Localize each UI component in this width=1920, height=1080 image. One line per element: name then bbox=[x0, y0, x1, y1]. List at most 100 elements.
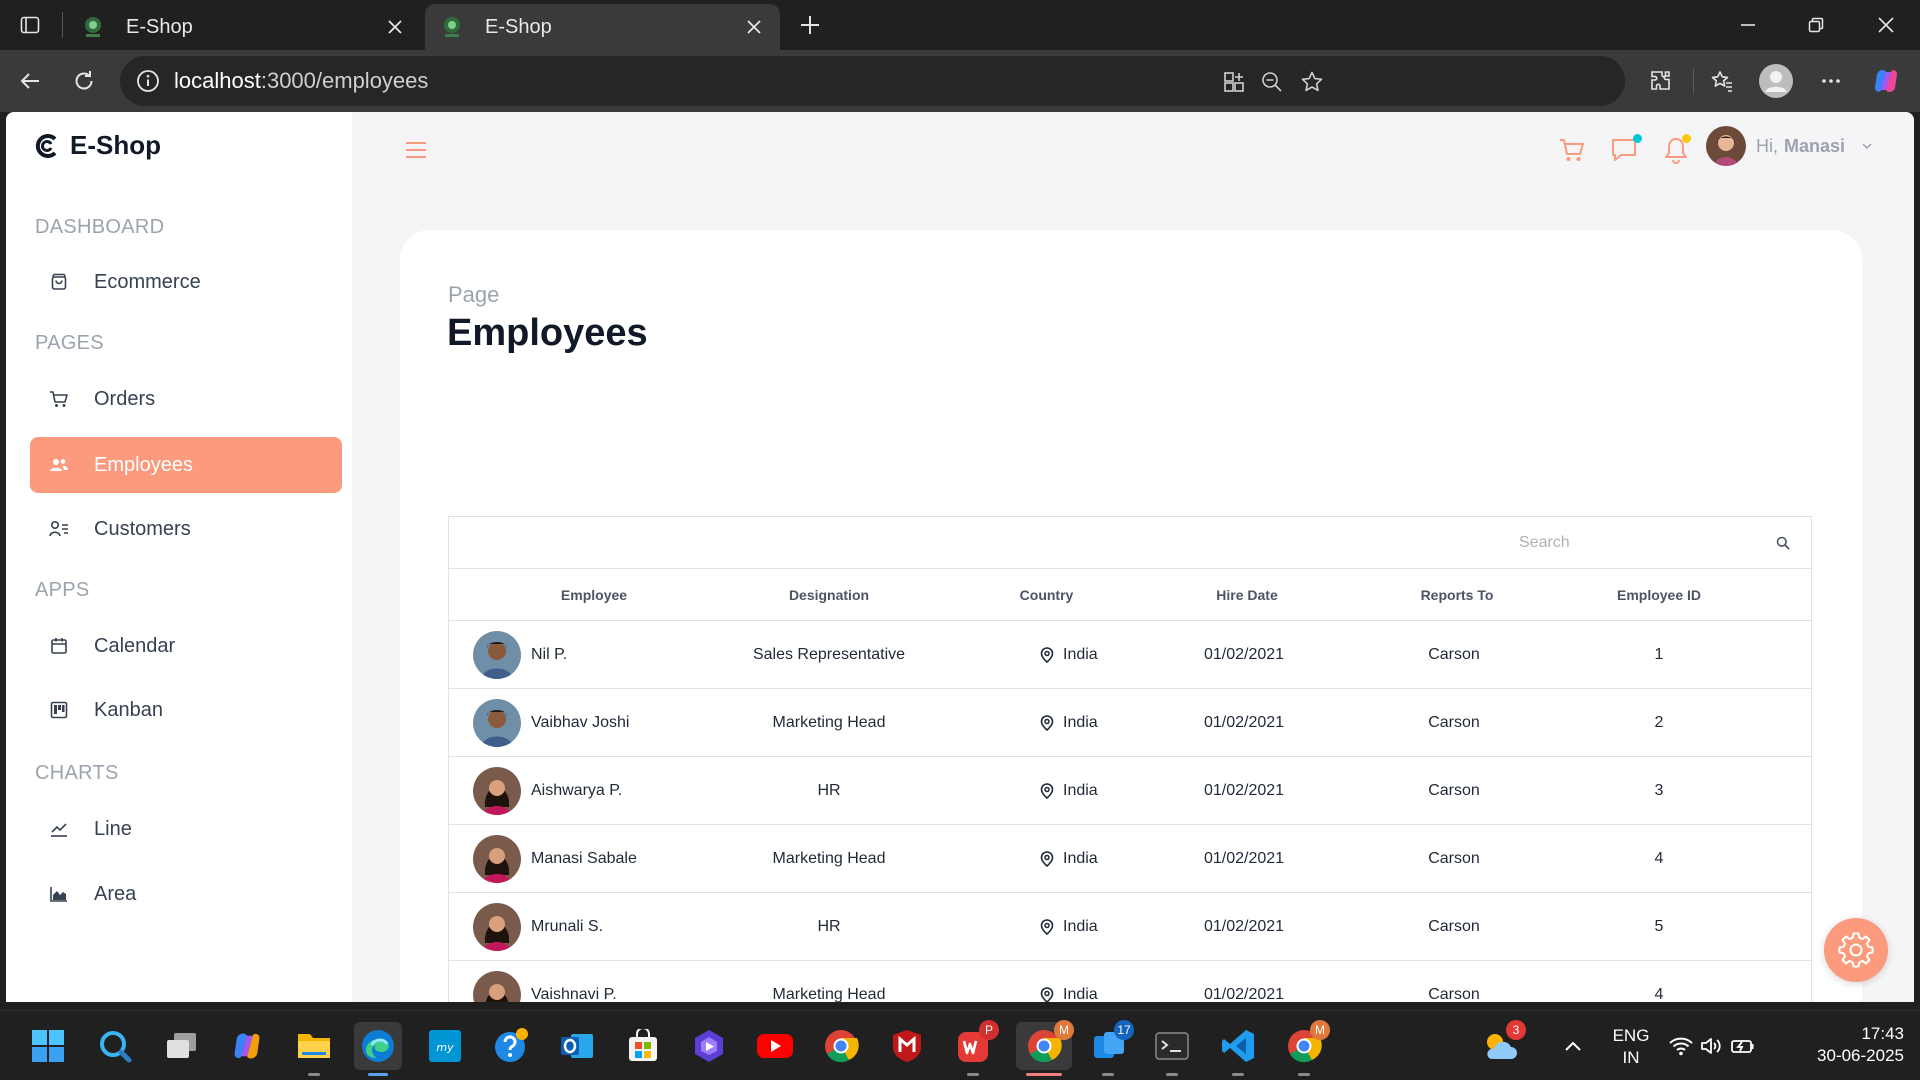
taskbar-teams[interactable]: 17 bbox=[1084, 1020, 1134, 1076]
table-row[interactable]: Vaibhav Joshi Marketing Head India 01/02/20… bbox=[449, 689, 1811, 757]
back-button[interactable] bbox=[12, 64, 48, 98]
extensions-button[interactable] bbox=[1643, 64, 1679, 98]
employee-avatar bbox=[473, 970, 521, 1002]
restore-button[interactable] bbox=[1796, 8, 1836, 42]
taskbar-outlook[interactable] bbox=[553, 1022, 601, 1070]
taskbar-edge[interactable] bbox=[354, 1022, 402, 1076]
browser-tab-1[interactable]: E-Shop bbox=[66, 4, 421, 50]
tab-close-button[interactable] bbox=[383, 15, 407, 39]
site-info-icon[interactable] bbox=[136, 69, 160, 93]
weather-widget[interactable]: 3 bbox=[1476, 1020, 1526, 1070]
cart-button[interactable] bbox=[1554, 132, 1590, 168]
minimize-button[interactable] bbox=[1728, 8, 1768, 42]
column-header-hire-date[interactable]: Hire Date bbox=[1144, 587, 1344, 603]
chevron-down-icon bbox=[1862, 143, 1872, 150]
sidebar-item-customers[interactable]: Customers bbox=[30, 501, 342, 557]
copilot-button[interactable] bbox=[1868, 64, 1904, 98]
table-row[interactable]: Vaishnavi P. Marketing Head India 01/02/202… bbox=[449, 961, 1811, 1002]
table-row[interactable]: Manasi Sabale Marketing Head India 01/02/20… bbox=[449, 825, 1811, 893]
sidebar-item-employees[interactable]: Employees bbox=[30, 437, 342, 493]
language-indicator[interactable]: ENG IN bbox=[1606, 1025, 1656, 1069]
settings-button[interactable] bbox=[1824, 918, 1888, 982]
favorite-star-icon[interactable] bbox=[1298, 68, 1326, 96]
menu-toggle-button[interactable] bbox=[398, 132, 434, 168]
profile-button[interactable] bbox=[1757, 62, 1795, 100]
reload-button[interactable] bbox=[66, 64, 102, 98]
taskbar-copilot[interactable] bbox=[223, 1022, 271, 1070]
user-profile-menu[interactable]: Hi, Manasi bbox=[1706, 124, 1873, 168]
taskbar-tips[interactable] bbox=[487, 1022, 535, 1070]
sidebar-item-kanban[interactable]: Kanban bbox=[30, 682, 342, 738]
taskbar-terminal[interactable] bbox=[1148, 1022, 1196, 1076]
line-chart-icon bbox=[48, 818, 70, 840]
tab-title: E-Shop bbox=[485, 15, 552, 38]
table-row[interactable]: Mrunali S. HR India 01/02/2021 Carson 5 bbox=[449, 893, 1811, 961]
employee-name: Vaishnavi P. bbox=[531, 985, 617, 1003]
sidebar-item-area[interactable]: Area bbox=[30, 866, 342, 922]
location-pin-icon bbox=[1039, 986, 1055, 1002]
gear-icon bbox=[1838, 932, 1874, 968]
close-icon bbox=[388, 20, 402, 34]
address-bar[interactable]: localhost:3000/employees bbox=[120, 56, 1625, 106]
task-view-button[interactable] bbox=[157, 1022, 205, 1070]
column-header-employee-id[interactable]: Employee ID bbox=[1564, 587, 1754, 603]
cell-reports-to: Carson bbox=[1428, 917, 1480, 935]
cell-employee: Vaibhav Joshi bbox=[449, 698, 679, 747]
notification-button[interactable] bbox=[1658, 132, 1694, 168]
search-input[interactable] bbox=[1519, 534, 1759, 552]
sidebar-item-line[interactable]: Line bbox=[30, 801, 342, 857]
taskbar-clipchamp[interactable] bbox=[685, 1022, 733, 1070]
taskbar-myhp[interactable]: my bbox=[421, 1022, 469, 1070]
cell-employee-id: 4 bbox=[1654, 849, 1664, 867]
favorites-button[interactable] bbox=[1704, 64, 1740, 98]
cell-reports-to: Carson bbox=[1428, 645, 1480, 663]
taskbar-wps[interactable]: P bbox=[949, 1020, 999, 1076]
cell-designation: Sales Representative bbox=[752, 645, 906, 663]
app-available-icon[interactable] bbox=[1220, 68, 1248, 96]
sidebar-item-label: Ecommerce bbox=[94, 270, 201, 293]
back-arrow-icon bbox=[20, 73, 39, 89]
column-header-country[interactable]: Country bbox=[979, 587, 1144, 603]
taskbar-file-explorer[interactable] bbox=[290, 1022, 338, 1076]
taskbar-mcafee[interactable] bbox=[883, 1022, 931, 1070]
running-indicator bbox=[1232, 1073, 1244, 1076]
cell-employee-id: 1 bbox=[1654, 645, 1664, 663]
search-icon[interactable] bbox=[1773, 533, 1793, 553]
windows-start-icon bbox=[32, 1030, 64, 1062]
new-tab-button[interactable] bbox=[793, 8, 827, 42]
taskbar-search[interactable] bbox=[91, 1022, 139, 1070]
column-header-designation[interactable]: Designation bbox=[679, 587, 979, 603]
sidebar-item-calendar[interactable]: Calendar bbox=[30, 618, 342, 674]
country-name: India bbox=[1063, 849, 1098, 867]
taskbar-chrome-2[interactable]: M bbox=[1280, 1020, 1330, 1076]
cell-designation: Marketing Head bbox=[772, 849, 886, 867]
table-row[interactable]: Nil P. Sales Representative India 01/02/202… bbox=[449, 621, 1811, 689]
tab-actions-button[interactable] bbox=[14, 10, 46, 40]
browser-tab-2[interactable]: E-Shop bbox=[425, 4, 780, 50]
zoom-out-icon[interactable] bbox=[1258, 68, 1286, 96]
location-pin-icon bbox=[1039, 850, 1055, 867]
taskbar-youtube[interactable] bbox=[751, 1022, 799, 1070]
brand-logo[interactable]: E-Shop bbox=[34, 130, 161, 161]
chat-button[interactable] bbox=[1606, 132, 1642, 168]
more-options-button[interactable] bbox=[1813, 64, 1849, 98]
wifi-icon bbox=[1669, 1037, 1693, 1056]
sidebar-item-ecommerce[interactable]: Ecommerce bbox=[30, 254, 342, 310]
clock[interactable]: 17:43 30-06-2025 bbox=[1782, 1023, 1904, 1067]
taskbar-chrome[interactable] bbox=[817, 1022, 865, 1070]
chevron-up-icon bbox=[1565, 1041, 1581, 1051]
close-window-button[interactable] bbox=[1866, 8, 1906, 42]
section-dashboard: DASHBOARD bbox=[35, 216, 165, 238]
taskbar-ms-store[interactable] bbox=[619, 1022, 667, 1070]
calendar-icon bbox=[48, 635, 70, 657]
taskbar-vscode[interactable] bbox=[1214, 1022, 1262, 1076]
taskbar-chrome-profile[interactable]: M bbox=[1016, 1020, 1074, 1076]
column-header-employee[interactable]: Employee bbox=[449, 587, 679, 603]
table-row[interactable]: Aishwarya P. HR India 01/02/2021 Carson 3 bbox=[449, 757, 1811, 825]
start-button[interactable] bbox=[24, 1022, 72, 1070]
show-hidden-icons-button[interactable] bbox=[1553, 1022, 1593, 1070]
column-header-reports-to[interactable]: Reports To bbox=[1344, 587, 1564, 603]
quick-settings[interactable] bbox=[1664, 1022, 1760, 1070]
sidebar-item-orders[interactable]: Orders bbox=[30, 371, 342, 427]
tab-close-button[interactable] bbox=[742, 15, 766, 39]
